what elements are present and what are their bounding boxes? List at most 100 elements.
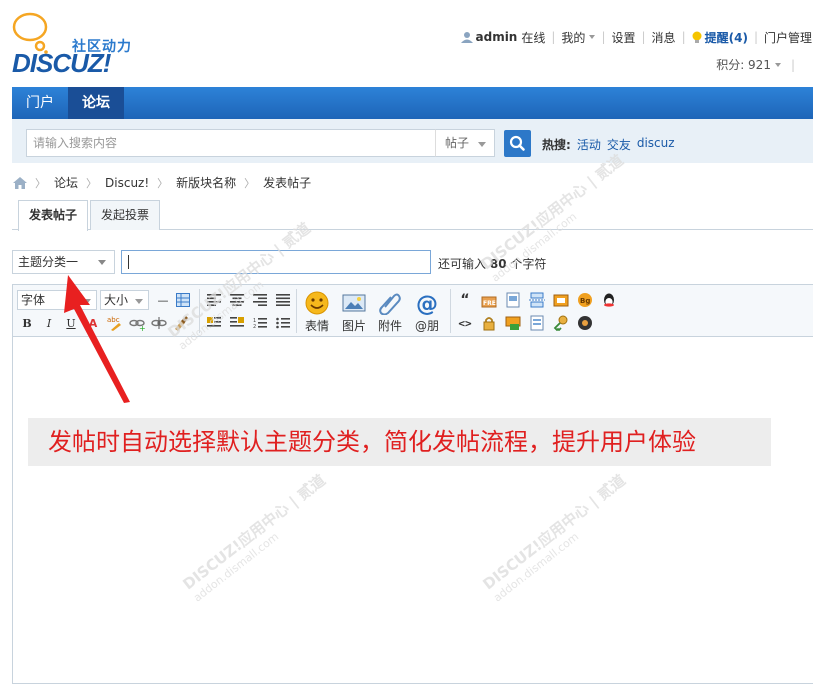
emoji-button[interactable]: 表情 <box>299 291 335 335</box>
sale-icon[interactable] <box>529 315 545 331</box>
image-button-label: 图片 <box>341 319 366 333</box>
remind-link[interactable]: 提醒(4) <box>705 29 748 46</box>
paperclip-icon <box>379 293 401 315</box>
divider: | <box>601 30 606 44</box>
divider: | <box>790 57 795 72</box>
key-icon[interactable] <box>553 315 569 331</box>
text-cursor <box>128 255 129 269</box>
toolbar-divider <box>199 289 200 333</box>
breadcrumb-item[interactable]: Discuz! <box>105 176 149 190</box>
float-right-icon[interactable] <box>229 315 245 331</box>
breadcrumb: 〉 论坛 〉 Discuz! 〉 新版块名称 〉 发表帖子 <box>13 174 311 191</box>
hot-search-item[interactable]: 活动 <box>577 136 601 153</box>
unordered-list-icon[interactable] <box>275 315 291 331</box>
image-icon <box>342 294 366 312</box>
align-right-icon[interactable] <box>252 292 268 308</box>
subject-input[interactable] <box>121 250 431 274</box>
clear-format-icon[interactable] <box>173 315 189 331</box>
credit-display[interactable]: 积分: 921 | <box>716 56 795 73</box>
credit-text: 积分: 921 <box>716 58 771 72</box>
online-status[interactable]: 在线 <box>521 29 545 46</box>
hot-search-label: 热搜: <box>542 138 571 152</box>
align-justify-icon[interactable] <box>275 292 291 308</box>
breadcrumb-current: 发表帖子 <box>263 176 312 190</box>
horizontal-rule-icon[interactable]: — <box>155 292 171 308</box>
emoji-button-label: 表情 <box>304 319 329 333</box>
breadcrumb-separator: 〉 <box>35 176 46 190</box>
breadcrumb-item[interactable]: 论坛 <box>54 174 78 191</box>
hot-search-item[interactable]: 交友 <box>607 136 631 153</box>
search-icon <box>509 135 525 151</box>
ordered-list-icon[interactable]: 12 <box>252 315 268 331</box>
attachment-button[interactable]: 附件 <box>372 291 408 335</box>
password-icon[interactable] <box>505 315 521 331</box>
site-logo[interactable]: 社区动力 DISCUZ! <box>12 12 147 80</box>
divider: | <box>551 30 556 44</box>
user-toolbar: admin 在线 | 我的 | 设置 | 消息 | 提醒(4) | 门户管理 <box>460 29 813 46</box>
search-type-value: 帖子 <box>445 136 470 150</box>
chevron-down-icon <box>478 142 486 147</box>
divider: | <box>641 30 646 44</box>
float-left-icon[interactable] <box>206 315 222 331</box>
divider: | <box>681 30 686 44</box>
annotation-arrow <box>64 275 130 403</box>
smiley-icon <box>305 291 329 315</box>
breadcrumb-separator: 〉 <box>86 176 98 190</box>
annotation-banner: 发帖时自动选择默认主题分类，简化发帖流程，提升用户体验 <box>28 418 771 466</box>
divider: | <box>753 30 758 44</box>
toolbar-divider <box>296 289 297 333</box>
char-count-tip: 还可输入 80 个字符 <box>438 255 546 272</box>
hide-content-icon[interactable] <box>505 292 521 308</box>
breadcrumb-separator: 〉 <box>244 176 256 190</box>
page-break-icon[interactable] <box>529 292 545 308</box>
align-left-icon[interactable] <box>206 292 222 308</box>
svg-text:Bg: Bg <box>580 297 590 305</box>
char-tip-suffix: 个字符 <box>510 257 547 271</box>
lightbulb-icon <box>692 31 702 43</box>
chevron-down-icon <box>589 35 596 39</box>
thread-type-value: 主题分类一 <box>18 255 79 269</box>
settings-link[interactable]: 设置 <box>611 29 635 46</box>
at-friend-button-label: @朋 <box>414 319 439 333</box>
user-icon <box>460 32 473 43</box>
flash-icon[interactable]: Bg <box>577 292 593 308</box>
search-type-select[interactable]: 帖子 <box>435 129 495 157</box>
quote-icon[interactable]: “ <box>457 292 473 308</box>
portal-admin-link[interactable]: 门户管理 <box>764 29 812 46</box>
chevron-down-icon <box>774 62 781 67</box>
toolbar-divider <box>450 289 451 333</box>
image-button[interactable]: 图片 <box>336 291 372 335</box>
tab-post-poll[interactable]: 发起投票 <box>90 200 161 230</box>
user-name[interactable]: admin <box>476 30 518 44</box>
svg-text:2: 2 <box>253 324 256 329</box>
my-menu[interactable]: 我的 <box>561 29 585 46</box>
chevron-down-icon <box>98 260 106 265</box>
free-icon[interactable]: FREE <box>481 292 497 308</box>
svg-text:FREE: FREE <box>483 300 497 307</box>
align-center-icon[interactable] <box>229 292 245 308</box>
media-icon[interactable] <box>553 292 569 308</box>
audio-icon[interactable] <box>577 315 593 331</box>
tab-post-thread[interactable]: 发表帖子 <box>18 200 89 231</box>
search-button[interactable] <box>504 130 531 157</box>
post-tabs: 发表帖子 发起投票 <box>12 200 813 231</box>
code-icon[interactable]: <> <box>457 315 473 331</box>
at-friend-button[interactable]: @ @朋 <box>409 291 445 335</box>
home-icon[interactable] <box>13 176 27 189</box>
char-tip-prefix: 还可输入 <box>438 257 487 271</box>
search-bar: 请输入搜索内容 帖子 热搜: 活动 交友 discuz <box>12 119 813 163</box>
nav-item-portal[interactable]: 门户 <box>12 87 68 119</box>
thread-type-select[interactable]: 主题分类一 <box>12 250 115 274</box>
nav-item-forum[interactable]: 论坛 <box>68 87 124 119</box>
italic-icon[interactable]: I <box>41 315 57 331</box>
hot-search-item[interactable]: discuz <box>637 136 675 153</box>
bold-icon[interactable]: B <box>19 315 35 331</box>
lock-icon[interactable] <box>481 315 497 331</box>
breadcrumb-item[interactable]: 新版块名称 <box>176 174 236 191</box>
messages-link[interactable]: 消息 <box>652 29 676 46</box>
unlink-icon[interactable] <box>151 315 167 331</box>
table-icon[interactable] <box>175 292 191 308</box>
qq-icon[interactable] <box>601 292 617 308</box>
at-sign-icon: @ <box>416 292 438 315</box>
search-input[interactable]: 请输入搜索内容 <box>26 129 436 157</box>
